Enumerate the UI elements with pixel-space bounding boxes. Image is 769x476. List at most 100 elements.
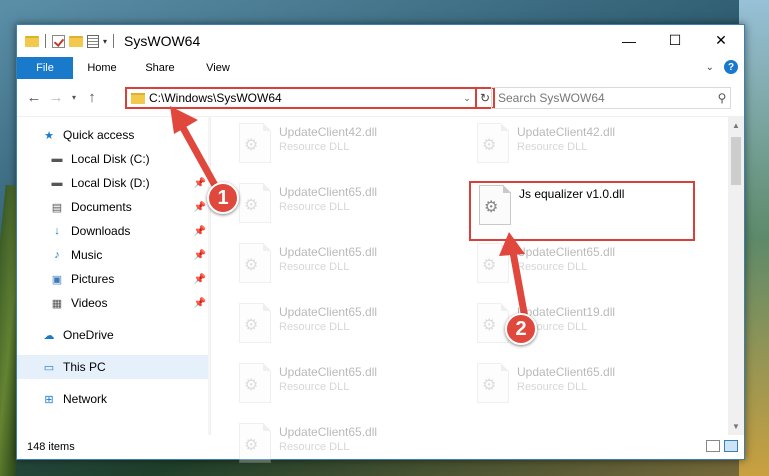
sidebar-item-label: This PC — [63, 360, 106, 374]
dll-file-icon: ⚙ — [239, 303, 271, 343]
search-placeholder: Search SysWOW64 — [498, 91, 605, 105]
maximize-button[interactable]: ☐ — [652, 25, 698, 56]
pin-icon[interactable]: 📌 — [194, 274, 206, 285]
address-dropdown-chevron-icon[interactable]: ⌄ — [459, 93, 475, 104]
item-count: 148 items — [27, 441, 75, 453]
tab-share[interactable]: Share — [131, 57, 189, 79]
help-icon[interactable]: ? — [724, 60, 738, 74]
file-name: UpdateClient42.dll — [517, 125, 616, 139]
scrollbar-thumb[interactable] — [731, 137, 741, 185]
pin-icon[interactable]: 📌 — [194, 250, 206, 261]
file-type: Resource DLL — [279, 141, 350, 153]
music-icon: ♪ — [54, 249, 60, 261]
forward-arrow-icon[interactable]: → — [45, 89, 67, 106]
file-name: UpdateClient65.dll — [279, 185, 378, 199]
sidebar-item-label: OneDrive — [63, 328, 114, 342]
folder-icon — [25, 35, 39, 47]
dll-file-icon: ⚙ — [239, 363, 271, 403]
file-item[interactable]: ⚙ UpdateClient65.dll Resource DLL — [233, 363, 459, 409]
file-item[interactable]: ⚙ UpdateClient65.dll Resource DLL — [471, 363, 697, 409]
dll-file-icon: ⚙ — [239, 183, 271, 223]
file-type: Resource DLL — [279, 261, 350, 273]
documents-icon: ▤ — [51, 201, 63, 214]
toolbar-separator — [113, 34, 115, 48]
dll-file-icon: ⚙ — [477, 363, 509, 403]
ribbon-tabs: File Home Share View ⌄ ? — [17, 57, 744, 79]
file-name: UpdateClient65.dll — [517, 365, 616, 379]
search-icon[interactable]: ⚲ — [714, 91, 730, 105]
file-type: Resource DLL — [279, 321, 350, 333]
sidebar-item-label: Local Disk (D:) — [71, 176, 150, 190]
downloads-icon: ↓ — [54, 225, 60, 237]
explorer-body: ★ Quick access ▬ Local Disk (C:) ▬ Local… — [17, 117, 744, 463]
file-name: UpdateClient65.dll — [279, 365, 378, 379]
sidebar-item-label: Local Disk (C:) — [71, 152, 150, 166]
pin-icon[interactable]: 📌 — [194, 226, 206, 237]
properties-check-icon[interactable] — [52, 34, 65, 48]
file-item[interactable]: ⚙ UpdateClient42.dll Resource DLL — [233, 123, 459, 169]
expand-ribbon-chevron-icon[interactable]: ⌄ — [706, 62, 714, 73]
sidebar-item-videos[interactable]: ▦ Videos 📌 — [17, 291, 210, 315]
network-icon: ⊞ — [44, 393, 54, 406]
folder-icon — [131, 92, 145, 104]
sidebar-item-onedrive[interactable]: ☁ OneDrive — [17, 323, 210, 347]
file-item[interactable]: ⚙ UpdateClient65.dll Resource DLL — [233, 303, 459, 349]
window-controls: — ☐ ✕ — [606, 25, 744, 56]
file-item[interactable]: ⚙ UpdateClient65.dll Resource DLL — [233, 183, 459, 229]
file-item[interactable]: ⚙ UpdateClient42.dll Resource DLL — [471, 123, 697, 169]
tab-view[interactable]: View — [189, 57, 247, 79]
drive-icon: ▬ — [51, 153, 63, 165]
file-list: ⚙ UpdateClient42.dll Resource DLL ⚙ Updat… — [211, 117, 744, 463]
file-name: UpdateClient65.dll — [279, 305, 378, 319]
file-name: UpdateClient65.dll — [279, 245, 378, 259]
sidebar-item-downloads[interactable]: ↓ Downloads 📌 — [17, 219, 210, 243]
large-icons-view-icon[interactable] — [724, 440, 738, 452]
sidebar-item-label: Downloads — [71, 224, 131, 238]
close-button[interactable]: ✕ — [698, 25, 744, 56]
sidebar-item-this-pc[interactable]: ▭ This PC — [17, 355, 210, 379]
videos-icon: ▦ — [51, 297, 63, 310]
sidebar-item-label: Pictures — [71, 272, 115, 286]
scroll-up-icon[interactable]: ▲ — [728, 121, 744, 130]
file-name: UpdateClient42.dll — [279, 125, 378, 139]
tab-home[interactable]: Home — [73, 57, 131, 79]
status-bar: 148 items — [17, 435, 744, 459]
callout-badge-1: 1 — [207, 182, 239, 214]
file-type: Resource DLL — [517, 381, 588, 393]
tab-file[interactable]: File — [17, 57, 73, 79]
sidebar-item-label: Music — [71, 248, 103, 262]
scroll-down-icon[interactable]: ▼ — [728, 422, 744, 431]
view-toggle — [706, 440, 738, 452]
sidebar-item-label: Network — [63, 392, 108, 406]
cloud-icon: ☁ — [43, 329, 55, 342]
callout-badge-2: 2 — [505, 313, 537, 345]
sidebar-item-pictures[interactable]: ▣ Pictures 📌 — [17, 267, 210, 291]
new-folder-icon[interactable] — [69, 35, 83, 47]
toolbar-separator — [45, 34, 46, 48]
title-bar: ▾ SysWOW64 — ☐ ✕ — [17, 25, 744, 57]
file-type: Resource DLL — [279, 201, 350, 213]
up-arrow-icon[interactable]: ↑ — [81, 89, 103, 106]
recent-locations-chevron-icon[interactable]: ▾ — [67, 93, 81, 102]
vertical-scrollbar[interactable]: ▲ ▼ — [728, 117, 744, 435]
minimize-button[interactable]: — — [606, 25, 652, 56]
file-type: Resource DLL — [279, 381, 350, 393]
sidebar-item-music[interactable]: ♪ Music 📌 — [17, 243, 210, 267]
properties-icon[interactable] — [87, 34, 99, 48]
customize-toolbar-chevron-icon[interactable]: ▾ — [103, 37, 107, 46]
file-type: Resource DLL — [517, 141, 588, 153]
sidebar-item-network[interactable]: ⊞ Network — [17, 387, 210, 411]
back-arrow-icon[interactable]: ← — [23, 89, 45, 106]
explorer-window: ▾ SysWOW64 — ☐ ✕ File Home Share View ⌄ … — [16, 24, 745, 463]
search-input[interactable]: Search SysWOW64 ⚲ — [491, 87, 731, 109]
file-item[interactable]: ⚙ UpdateClient65.dll Resource DLL — [233, 243, 459, 289]
sidebar-item-label: Quick access — [63, 128, 135, 142]
pictures-icon: ▣ — [51, 273, 63, 286]
sidebar-item-label: Videos — [71, 296, 108, 310]
ribbon-right-controls: ⌄ ? — [706, 60, 738, 74]
pin-icon[interactable]: 📌 — [194, 298, 206, 309]
details-view-icon[interactable] — [706, 440, 720, 452]
